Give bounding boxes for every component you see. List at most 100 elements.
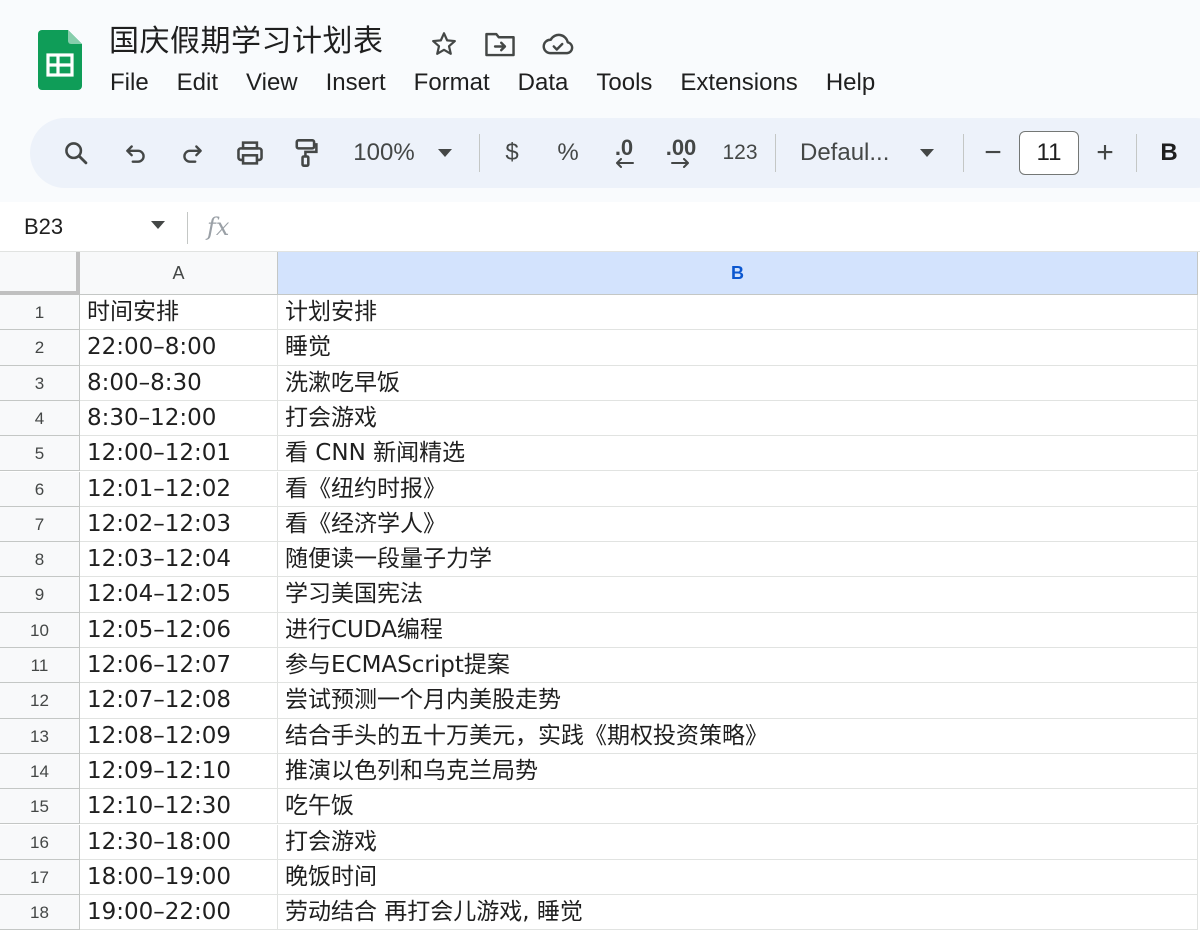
cell-time[interactable]: 12:03–12:04 [80,542,278,578]
formula-bar: B23 fx [0,202,1200,252]
cell-time[interactable]: 8:30–12:00 [80,400,278,437]
paint-format-icon[interactable] [286,130,326,176]
cell-plan[interactable]: 睡觉 [278,330,1198,366]
cell-plan[interactable]: 计划安排 [278,295,1198,331]
menu-help[interactable]: Help [812,65,889,101]
cell-plan[interactable]: 打会游戏 [278,824,1198,860]
cell-plan[interactable]: 看 CNN 新闻精选 [278,436,1198,472]
cell-time[interactable]: 19:00–22:00 [80,895,278,931]
column-header-a[interactable]: A [80,252,278,295]
cell-plan[interactable]: 进行CUDA编程 [278,612,1198,648]
cell-time[interactable]: 时间安排 [80,295,278,331]
menu-edit[interactable]: Edit [163,65,232,101]
cell-plan[interactable]: 打会游戏 [278,400,1198,437]
row-header[interactable]: 16 [0,824,80,860]
row-header[interactable]: 4 [0,400,80,437]
table-row: 15 12:10–12:30 吃午饭 [0,789,1200,825]
move-to-folder-icon[interactable] [482,27,518,61]
zoom-select[interactable]: 100% [346,130,422,176]
currency-format-button[interactable]: $ [498,130,526,176]
row-header[interactable]: 14 [0,753,80,790]
bold-button[interactable]: B [1154,130,1184,176]
row-header[interactable]: 8 [0,542,80,578]
zoom-dropdown-icon[interactable] [432,130,458,176]
more-formats-button[interactable]: 123 [718,130,762,176]
row-header[interactable]: 1 [0,295,80,331]
name-box-dropdown-icon[interactable] [150,220,166,230]
row-header[interactable]: 13 [0,718,80,754]
cell-plan[interactable]: 学习美国宪法 [278,577,1198,613]
cell-time[interactable]: 18:00–19:00 [80,859,278,896]
decrease-font-size-button[interactable]: − [976,130,1010,176]
row-header[interactable]: 18 [0,895,80,931]
decrease-decimal-button[interactable]: .0 [604,130,644,176]
cell-plan[interactable]: 推演以色列和乌克兰局势 [278,753,1198,790]
cell-plan[interactable]: 随便读一段量子力学 [278,542,1198,578]
menu-file[interactable]: File [96,65,163,101]
menu-tools[interactable]: Tools [582,65,666,101]
cell-plan[interactable]: 结合手头的五十万美元，实践《期权投资策略》 [278,718,1198,754]
cell-time[interactable]: 12:00–12:01 [80,436,278,472]
column-header-b[interactable]: B [278,252,1198,295]
select-all-corner[interactable] [0,252,80,295]
fx-icon: fx [207,213,230,241]
formula-input[interactable] [250,210,1180,244]
row-header[interactable]: 10 [0,612,80,648]
row-header[interactable]: 12 [0,683,80,719]
cell-plan[interactable]: 尝试预测一个月内美股走势 [278,683,1198,719]
cell-time[interactable]: 12:08–12:09 [80,718,278,754]
search-menus-icon[interactable] [56,130,96,176]
increase-font-size-button[interactable]: + [1088,130,1122,176]
cell-plan[interactable]: 参与ECMAScript提案 [278,648,1198,684]
cell-time[interactable]: 12:07–12:08 [80,683,278,719]
redo-icon[interactable] [172,130,212,176]
font-size-input[interactable]: 11 [1019,131,1079,175]
cell-time[interactable]: 12:10–12:30 [80,789,278,825]
document-title[interactable]: 国庆假期学习计划表 [109,22,384,62]
cell-plan[interactable]: 看《经济学人》 [278,506,1198,543]
cell-plan[interactable]: 洗漱吃早饭 [278,365,1198,401]
cell-time[interactable]: 12:09–12:10 [80,753,278,790]
decrease-decimal-label: .0 [614,135,634,160]
percent-format-button[interactable]: % [552,130,584,176]
table-row: 2 22:00–8:00 睡觉 [0,330,1200,366]
undo-icon[interactable] [116,130,156,176]
menu-format[interactable]: Format [400,65,504,101]
menu-extensions[interactable]: Extensions [666,65,811,101]
cell-time[interactable]: 22:00–8:00 [80,330,278,366]
row-header[interactable]: 15 [0,789,80,825]
sheets-logo-icon[interactable] [38,30,82,90]
cell-time[interactable]: 12:04–12:05 [80,577,278,613]
cell-time[interactable]: 12:01–12:02 [80,471,278,507]
cell-time[interactable]: 12:05–12:06 [80,612,278,648]
row-header[interactable]: 11 [0,648,80,684]
row-header[interactable]: 7 [0,506,80,543]
cloud-saved-icon[interactable] [540,27,576,61]
cell-plan[interactable]: 看《纽约时报》 [278,471,1198,507]
row-header[interactable]: 17 [0,859,80,896]
table-row: 12 12:07–12:08 尝试预测一个月内美股走势 [0,683,1200,719]
cell-time[interactable]: 12:30–18:00 [80,824,278,860]
table-row: 4 8:30–12:00 打会游戏 [0,400,1200,437]
name-box[interactable]: B23 [24,212,63,242]
row-header[interactable]: 6 [0,471,80,507]
print-icon[interactable] [228,130,272,176]
cell-plan[interactable]: 吃午饭 [278,789,1198,825]
menu-data[interactable]: Data [504,65,583,101]
row-header[interactable]: 9 [0,577,80,613]
cell-plan[interactable]: 晚饭时间 [278,859,1198,896]
menu-view[interactable]: View [232,65,312,101]
cell-plan[interactable]: 劳动结合 再打会儿游戏, 睡觉 [278,895,1198,931]
row-header[interactable]: 5 [0,436,80,472]
increase-decimal-label: .00 [665,135,697,160]
menu-insert[interactable]: Insert [312,65,400,101]
cell-time[interactable]: 12:02–12:03 [80,506,278,543]
font-family-select[interactable]: Defaul... [800,130,904,176]
row-header[interactable]: 3 [0,365,80,401]
cell-time[interactable]: 12:06–12:07 [80,648,278,684]
star-icon[interactable] [426,27,462,61]
font-dropdown-icon[interactable] [914,130,940,176]
row-header[interactable]: 2 [0,330,80,366]
increase-decimal-button[interactable]: .00 [658,130,704,176]
cell-time[interactable]: 8:00–8:30 [80,365,278,401]
